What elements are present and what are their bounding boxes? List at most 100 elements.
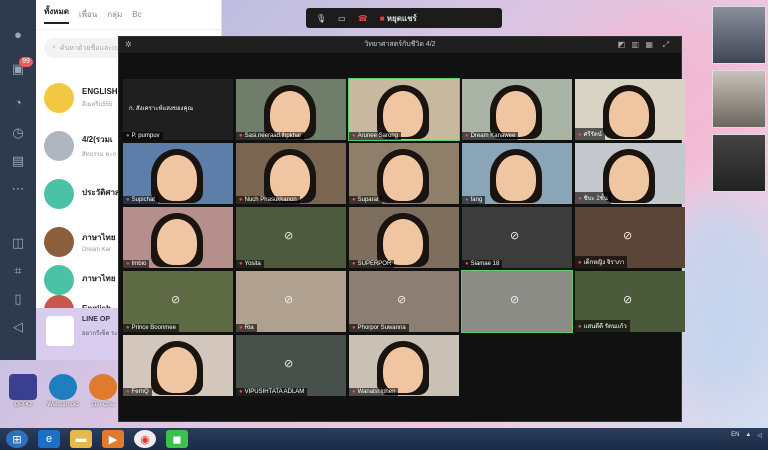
end-call-icon[interactable]: ☎ — [358, 14, 368, 23]
mic-muted-icon: ● — [239, 325, 243, 331]
folder-icon[interactable]: ▬ — [70, 430, 92, 448]
desktop-icon-webcamoid[interactable]: Webcamoid — [46, 374, 80, 408]
clock-icon[interactable]: ◷ — [9, 124, 27, 142]
participant-tile[interactable]: ⊘ ● Yosita — [236, 207, 346, 268]
participant-tile[interactable]: ⊘ — [461, 270, 573, 333]
note-icon[interactable]: ▤ — [9, 152, 27, 170]
participant-tile[interactable]: ⊘ ● แสนดีดี รัตนแก้ว — [575, 271, 685, 332]
mic-muted-icon: ● — [352, 389, 356, 395]
participant-tile[interactable]: ก. สังเคราะห์แสงของคุณ ● P. pumpuv — [123, 79, 233, 140]
video-thumbnail-3[interactable] — [712, 134, 766, 192]
mic-muted-icon: ● — [239, 197, 243, 203]
participant-name-text: SUPERPOR — [357, 261, 392, 267]
timeline-icon[interactable]: ◔ — [9, 94, 27, 112]
start-button[interactable]: ⊞ — [6, 430, 28, 448]
participant-tile[interactable]: ● Imbio — [123, 207, 233, 268]
crop-icon[interactable]: ⌗ — [9, 262, 27, 280]
mic-muted-icon: ● — [465, 133, 469, 139]
chat-preview: Dream Kar — [82, 247, 112, 253]
participant-tile[interactable]: ● Nuch Phasukkanon — [236, 143, 346, 204]
share-icon[interactable]: ◩ — [617, 37, 625, 53]
participant-face — [270, 91, 310, 137]
language-indicator[interactable]: EN — [731, 432, 739, 439]
camera-off-icon: ⊘ — [284, 358, 294, 370]
tab-other[interactable]: Bc — [132, 10, 141, 19]
tab-all[interactable]: ทั้งหมด — [44, 5, 69, 24]
mic-muted-icon: ● — [126, 197, 130, 203]
participant-name-text: P. pumpuv — [131, 133, 160, 139]
volume-tray-icon[interactable]: ◁ — [757, 432, 762, 439]
participant-tile[interactable]: ⊘ ● เด็กหญิง จิราภา — [575, 207, 685, 268]
friends-icon[interactable]: ● — [9, 26, 27, 44]
participant-tile[interactable]: ● Wanalshiphen — [349, 335, 459, 396]
desktop-icon-label: Webcamoid — [47, 402, 79, 408]
participant-name-text: FernQ — [131, 389, 149, 395]
camera-icon[interactable]: ◫ — [9, 234, 27, 252]
participant-tile[interactable]: ● Supichat — [123, 143, 233, 204]
participant-tile[interactable]: ● ศรีรัตน์ — [575, 79, 685, 140]
desktop-icon-dlo[interactable]: Dlo-Cha — [86, 374, 120, 408]
volume-icon[interactable]: ◁ — [9, 318, 27, 336]
participant-tile[interactable]: ● SUPERPOR — [349, 207, 459, 268]
camera-off-icon: ⊘ — [623, 230, 633, 242]
ie-icon[interactable]: e — [38, 430, 60, 448]
tab-groups[interactable]: กลุ่ม — [107, 8, 122, 21]
participant-face — [157, 155, 197, 201]
participant-tile[interactable]: ⊘ ● Phorpor Suwanna — [349, 271, 459, 332]
taskbar: ⊞ e ▬ ▶ ◉ ◼ EN ▲ ◁ — [0, 428, 768, 450]
dlo-icon — [89, 374, 117, 400]
participant-tile[interactable]: ⊘ ● Prince Boonmee — [123, 271, 233, 332]
participant-face — [609, 155, 649, 201]
participant-name-text: Prince Boonmee — [131, 325, 176, 331]
camera-off-icon: ⊘ — [171, 294, 181, 306]
participant-name-text: Dream Kanawee — [470, 133, 516, 139]
network-icon[interactable]: ▲ — [745, 432, 751, 439]
mic-muted-icon: ● — [352, 133, 356, 139]
pin-icon[interactable]: ▥ — [631, 37, 639, 53]
search-icon: ⌕ — [52, 44, 56, 51]
settings-icon[interactable]: ✲ — [125, 37, 132, 53]
mic-muted-icon: ● — [578, 260, 582, 266]
mic-muted-icon: ● — [352, 325, 356, 331]
participant-tile[interactable]: ● Dream Kanawee — [462, 79, 572, 140]
video-thumbnail-1[interactable] — [712, 6, 766, 64]
chat-avatar — [44, 131, 74, 161]
chat-avatar — [44, 179, 74, 209]
participant-name-text: ชิบะ 2ชั้น — [583, 196, 608, 202]
mic-muted-icon: ● — [126, 389, 130, 395]
mic-muted-icon: ● — [126, 133, 130, 139]
bookmark-icon[interactable]: ▯ — [9, 290, 27, 308]
tab-friends[interactable]: เพื่อน — [79, 8, 97, 21]
system-tray: EN ▲ ◁ — [731, 432, 762, 439]
media-icon[interactable]: ▶ — [102, 430, 124, 448]
participant-name: ● VIPUSIHTATA ADLAM — [236, 388, 308, 396]
grid-view-icon[interactable]: ▦ — [645, 37, 653, 53]
video-icon[interactable]: ▭ — [338, 14, 346, 23]
more-icon[interactable]: ⋯ — [9, 180, 27, 198]
participant-face — [157, 347, 197, 393]
participant-tile[interactable]: ⊘ ● Siamae 18 — [462, 207, 572, 268]
participant-tile[interactable]: ● Suparat — [349, 143, 459, 204]
participant-tile[interactable]: ⊘ ● VIPUSIHTATA ADLAM — [236, 335, 346, 396]
chat-avatar — [44, 83, 74, 113]
desktop-icon-oppo[interactable]: OPPO — [6, 374, 40, 408]
microphone-icon[interactable]: 🎙 — [316, 14, 326, 23]
notification-app-icon — [46, 316, 74, 346]
participant-tile[interactable]: ⊘ ● Ria — [236, 271, 346, 332]
participant-tile[interactable]: ● Arunee Sarong — [348, 78, 460, 141]
line-icon[interactable]: ◼ — [166, 430, 188, 448]
participant-face — [383, 155, 423, 201]
video-thumbnail-2[interactable] — [712, 70, 766, 128]
participant-tile[interactable]: ● Sasi.neeraad.lhpkhai — [236, 79, 346, 140]
fullscreen-icon[interactable]: ⤢ — [663, 37, 669, 53]
participant-tile[interactable]: ● FernQ — [123, 335, 233, 396]
participant-face — [383, 91, 423, 137]
mic-muted-icon: ● — [352, 197, 356, 203]
chrome-icon[interactable]: ◉ — [134, 430, 156, 448]
tile-caption: ก. สังเคราะห์แสงของคุณ — [129, 106, 194, 112]
participant-tile[interactable]: ● fang — [462, 143, 572, 204]
webcamoid-icon — [49, 374, 77, 400]
participant-face — [157, 219, 197, 265]
participant-tile[interactable]: ● ชิบะ 2ชั้น — [575, 143, 685, 204]
stop-share-button[interactable]: ■ หยุดแชร์ — [380, 12, 417, 25]
